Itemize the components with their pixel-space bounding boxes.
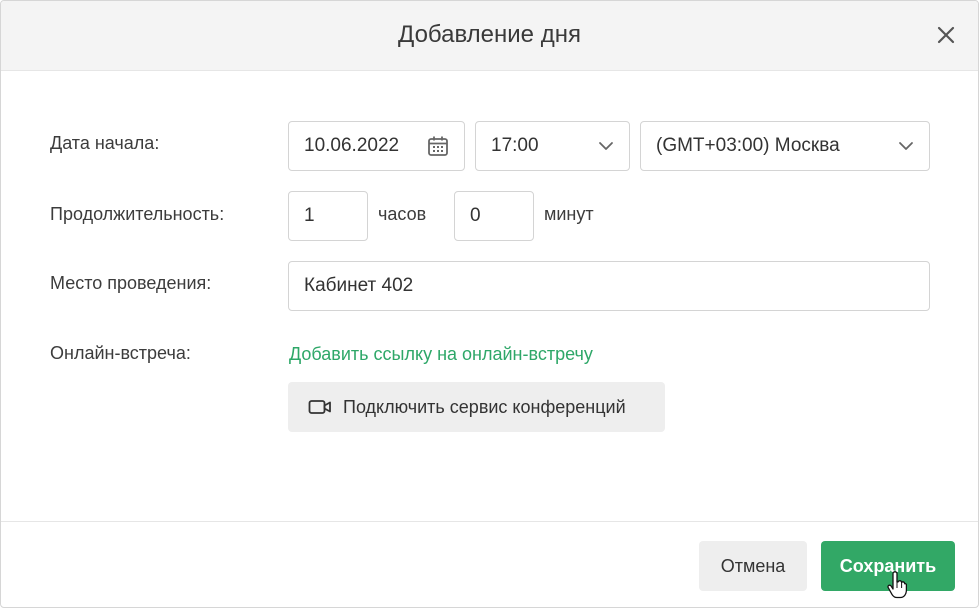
hours-unit-label: часов bbox=[378, 204, 427, 224]
connect-conference-label: Подключить сервис конференций bbox=[343, 396, 626, 417]
dialog-header: Добавление дня bbox=[1, 1, 978, 71]
timezone-value: (GMT+03:00) Москва bbox=[656, 135, 840, 156]
duration-minutes-value: 0 bbox=[470, 205, 481, 226]
start-date-label: Дата начала: bbox=[50, 133, 160, 153]
online-meeting-label: Онлайн-встреча: bbox=[50, 343, 191, 363]
timezone-select[interactable]: (GMT+03:00) Москва bbox=[640, 121, 930, 171]
video-camera-icon bbox=[308, 400, 331, 414]
calendar-icon[interactable] bbox=[426, 134, 450, 158]
start-time-select[interactable]: 17:00 bbox=[475, 121, 630, 171]
location-input[interactable]: Кабинет 402 bbox=[288, 261, 930, 311]
close-icon bbox=[937, 26, 955, 44]
duration-hours-input[interactable]: 1 bbox=[288, 191, 368, 241]
hand-pointer-icon bbox=[887, 571, 907, 599]
start-date-input[interactable]: 10.06.2022 bbox=[288, 121, 465, 171]
footer-divider bbox=[1, 521, 978, 522]
add-day-dialog: Добавление дня Дата начала: 10.06.2022 1… bbox=[0, 0, 979, 608]
chevron-down-icon bbox=[899, 142, 913, 150]
connect-conference-button[interactable]: Подключить сервис конференций bbox=[288, 382, 665, 432]
add-online-link[interactable]: Добавить ссылку на онлайн-встречу bbox=[289, 344, 593, 365]
location-label: Место проведения: bbox=[50, 273, 212, 293]
cancel-button[interactable]: Отмена bbox=[699, 541, 807, 591]
close-button[interactable] bbox=[934, 23, 958, 47]
duration-minutes-input[interactable]: 0 bbox=[454, 191, 534, 241]
minutes-unit-label: минут bbox=[544, 204, 594, 224]
dialog-title: Добавление дня bbox=[398, 21, 581, 48]
location-value: Кабинет 402 bbox=[304, 275, 414, 296]
chevron-down-icon bbox=[599, 142, 613, 150]
duration-label: Продолжительность: bbox=[50, 204, 225, 224]
duration-hours-value: 1 bbox=[304, 205, 315, 226]
